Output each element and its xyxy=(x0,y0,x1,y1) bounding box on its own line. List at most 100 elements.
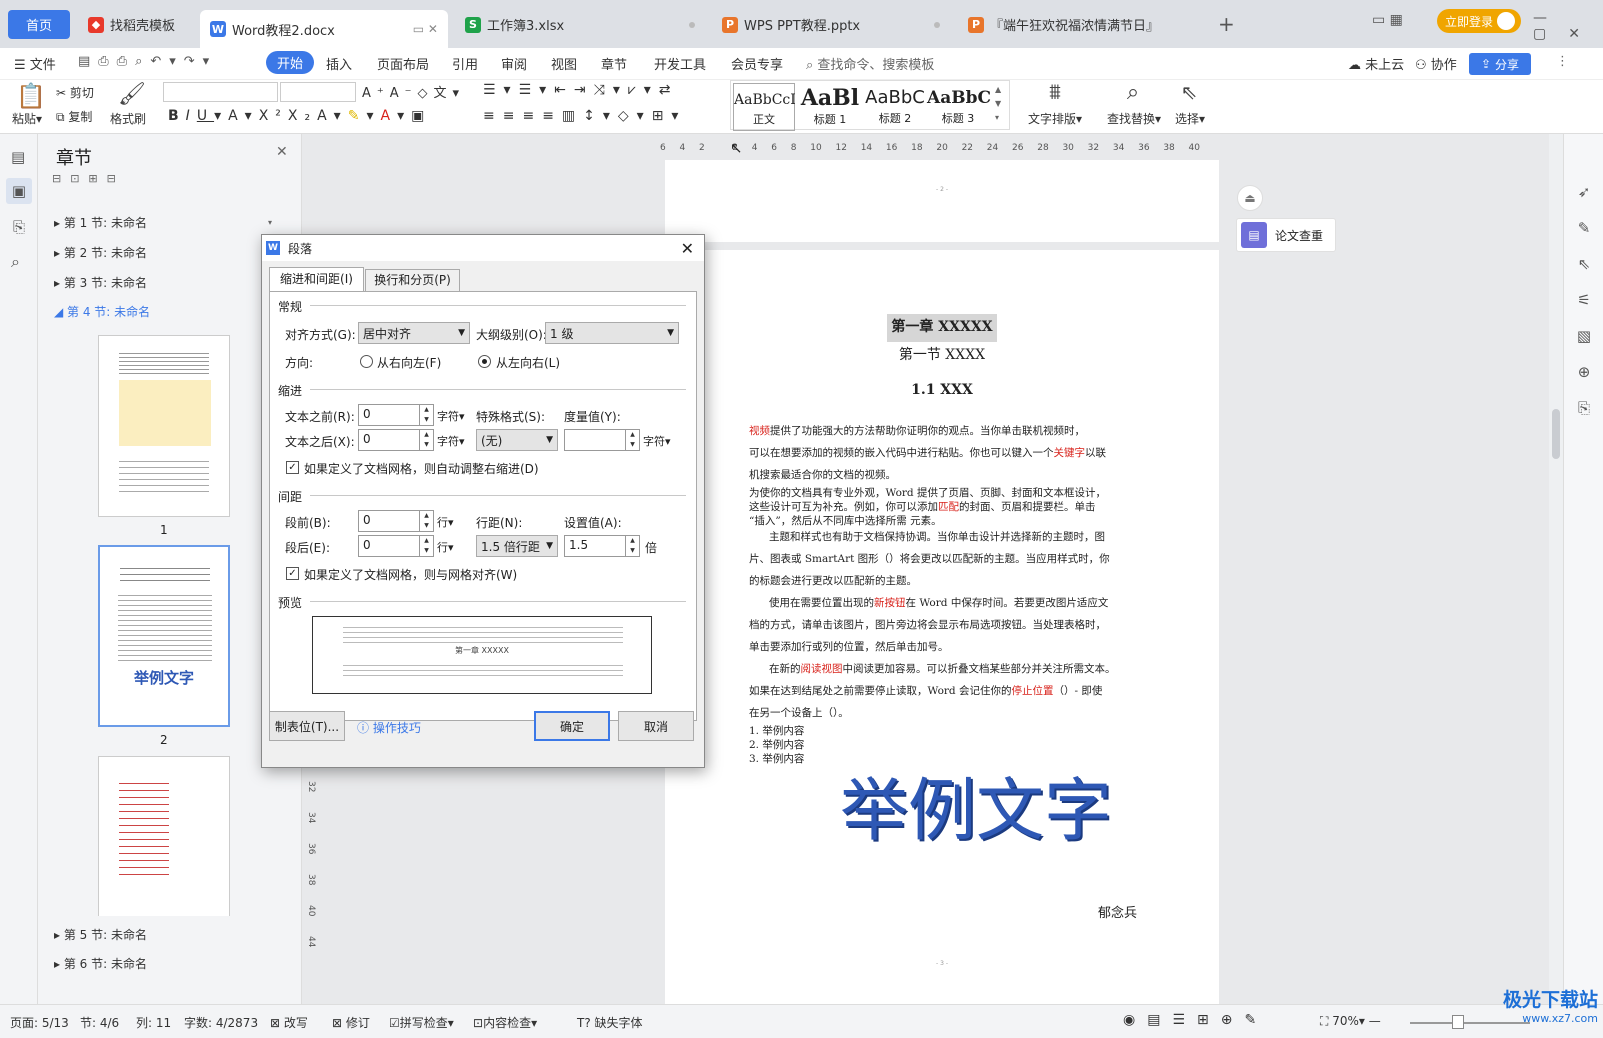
content-check[interactable]: ⊡内容检查▾ xyxy=(473,1014,537,1031)
cut-button[interactable]: ✂ 剪切 xyxy=(56,84,94,101)
style-normal[interactable]: AaBbCcI 正文 xyxy=(733,83,796,131)
chevron-down-icon[interactable]: ▾ xyxy=(268,218,272,227)
paragraph-line[interactable]: 这些设计可互为补充。例如，你可以添加匹配的封面、页眉和提要栏。单击 xyxy=(749,500,1096,514)
page-thumb-1[interactable] xyxy=(98,335,230,517)
tab-word-doc[interactable]: W Word教程2.docx ▭ ✕ xyxy=(200,10,448,48)
menu-reference[interactable]: 引用 xyxy=(452,54,478,73)
after-text-input[interactable]: 0 ▲ ▼ xyxy=(358,429,434,451)
menu-review[interactable]: 审阅 xyxy=(501,54,527,73)
unit-line[interactable]: 行▾ xyxy=(437,514,454,530)
font-tools[interactable]: A⁺A⁻◇文▾ xyxy=(362,82,465,101)
unit-line[interactable]: 行▾ xyxy=(437,539,454,555)
paragraph-line[interactable]: 主题和样式也有助于文档保持协调。当你单击设计并选择新的主题时，图 xyxy=(769,526,1105,548)
signature[interactable]: 郁念兵 xyxy=(1098,902,1137,921)
page-thumb-2[interactable]: 举例文字 xyxy=(98,545,230,727)
big-text[interactable]: 举例文字 xyxy=(840,755,1112,854)
paragraph-line[interactable]: 在新的阅读视图中阅读更加容易。可以折叠文档某些部分并关注所需文本。 xyxy=(769,658,1116,680)
word-count[interactable]: 字数: 4/2873 xyxy=(184,1014,258,1031)
style-heading1[interactable]: AaBl 标题 1 xyxy=(799,83,861,131)
paragraph-line[interactable]: 视频提供了功能强大的方法帮助你证明你的观点。当你单击联机视频时， xyxy=(749,420,1085,442)
menu-home[interactable]: 开始 xyxy=(266,51,315,74)
dialog-titlebar[interactable]: W 段落 ✕ xyxy=(262,235,704,261)
collab-button[interactable]: ⚇ 协作 xyxy=(1415,54,1457,73)
ltr-radio[interactable] xyxy=(478,355,491,368)
unit-char[interactable]: 字符▾ xyxy=(643,433,671,449)
linespace-select[interactable]: 1.5 倍行距 ▼ xyxy=(476,535,558,557)
close-icon[interactable]: ✕ xyxy=(276,144,288,160)
outline-select[interactable]: 1 级 ▼ xyxy=(545,322,679,344)
font-size-select[interactable] xyxy=(280,82,356,102)
gallery-scroll-icon[interactable]: ▲ ▼ ▾ xyxy=(995,83,1001,125)
rtl-radio[interactable] xyxy=(360,355,373,368)
section-item-active[interactable]: ◢ 第 4 节: 未命名 xyxy=(54,303,150,320)
paragraph-line[interactable]: 使用在需要位置出现的新按钮在 Word 中保存时间。若要更改图片适应文 xyxy=(769,592,1108,614)
grid-align-checkbox[interactable]: ✓ xyxy=(286,567,299,580)
zoom-level[interactable]: ⛶ 70%▾ — xyxy=(1320,1014,1381,1029)
align-tools[interactable]: ≡≡≡≡▥↕▾◇▾⊞▾ xyxy=(483,108,686,124)
spell-check[interactable]: ☑拼写检查▾ xyxy=(389,1014,454,1031)
find-icon[interactable]: ⌕ xyxy=(1124,80,1142,105)
text-layout-button[interactable]: 文字排版▾ xyxy=(1028,110,1082,127)
before-text-input[interactable]: 0 ▲ ▼ xyxy=(358,404,434,426)
paragraph-line[interactable]: 如果在达到结尾处之前需要停止读取，Word 会记住你的停止位置（）- 即使 xyxy=(749,680,1102,702)
menu-chapter[interactable]: 章节 xyxy=(601,54,627,73)
view-mode-icons[interactable]: ◉▤☰⊞⊕✎ xyxy=(1123,1012,1268,1028)
after-input[interactable]: 0 ▲ ▼ xyxy=(358,535,434,557)
cancel-button[interactable]: 取消 xyxy=(618,711,694,741)
auto-indent-checkbox[interactable]: ✓ xyxy=(286,461,299,474)
close-icon[interactable]: ✕ xyxy=(681,239,694,258)
missing-font[interactable]: T? 缺失字体 xyxy=(577,1014,643,1031)
setval-input[interactable]: 1.5 ▲ ▼ xyxy=(564,535,640,557)
unit-char[interactable]: 字符▾ xyxy=(437,433,465,449)
tab-home[interactable]: 首页 xyxy=(8,10,70,39)
section-item[interactable]: ▸ 第 6 节: 未命名 xyxy=(54,955,147,972)
ok-button[interactable]: 确定 xyxy=(534,711,610,741)
more-icon[interactable]: ⋮ xyxy=(1556,54,1569,69)
format-painter-icon[interactable]: 🖌 xyxy=(118,82,146,107)
search-icon[interactable]: ⌕ xyxy=(11,252,20,272)
zoom-slider-handle[interactable] xyxy=(1452,1015,1464,1029)
menu-developer[interactable]: 开发工具 xyxy=(654,54,706,73)
collapse-icon[interactable]: ⏏ xyxy=(1237,185,1263,211)
section-item[interactable]: ▸ 第 5 节: 未命名 xyxy=(54,926,147,943)
paragraph-line[interactable]: 为使你的文档具有专业外观，Word 提供了页眉、页脚、封面和文本框设计， xyxy=(749,486,1106,500)
heading[interactable]: 1.1 XXX xyxy=(665,382,1219,398)
tab-ppt2[interactable]: P 『端午狂欢祝福浓情满节日』 xyxy=(958,10,1208,39)
document-page[interactable]: 第一章 XXXXX 第一节 XXXX 1.1 XXX 视频提供了功能强大的方法帮… xyxy=(665,250,1219,1010)
paste-button[interactable]: 粘贴▾ xyxy=(12,110,42,127)
paragraph-line[interactable]: 机搜索最适合你的文档的视频。 xyxy=(749,464,896,486)
menu-layout[interactable]: 页面布局 xyxy=(377,54,429,73)
outline-icon[interactable]: ▤ xyxy=(11,148,25,166)
spinner-icon[interactable]: ▲ ▼ xyxy=(419,405,433,425)
tab-template[interactable]: ◆ 找稻壳模板 xyxy=(78,10,196,39)
font-name-select[interactable] xyxy=(163,82,278,102)
menu-view[interactable]: 视图 xyxy=(551,54,577,73)
tips-link[interactable]: ⓘ 操作技巧 xyxy=(357,719,421,736)
vertical-scrollbar[interactable] xyxy=(1549,134,1563,1004)
cursor-icon[interactable]: ⇖ xyxy=(1180,80,1198,104)
section-title[interactable]: 第一节 XXXX xyxy=(665,344,1219,364)
style-heading2[interactable]: AaBbC 标题 2 xyxy=(864,83,926,131)
new-tab-icon[interactable]: + xyxy=(1218,12,1235,36)
close-icon[interactable]: ▭ ✕ xyxy=(413,22,438,36)
tab-excel[interactable]: S 工作簿3.xlsx xyxy=(455,10,705,39)
spinner-icon[interactable]: ▲ ▼ xyxy=(419,511,433,531)
paragraph-line[interactable]: 档的方式，请单击该图片，图片旁边将会显示布局选项按钮。当处理表格时， xyxy=(749,614,1106,636)
right-tools[interactable]: ➶ ✎ ⇖ ⚟ ▧ ⊕ ⎘ xyxy=(1574,174,1594,426)
revise-toggle[interactable]: ⊠ 修订 xyxy=(332,1014,370,1031)
find-replace-button[interactable]: 查找替换▾ xyxy=(1107,110,1161,127)
format-painter-button[interactable]: 格式刷 xyxy=(110,110,146,127)
window-layout-icon[interactable]: ▭ ▦ xyxy=(1372,12,1403,28)
align-select[interactable]: 居中对齐 ▼ xyxy=(358,322,470,344)
page-thumb-3[interactable] xyxy=(98,756,230,916)
text-style-tools[interactable]: BIU▾A▾X²X₂A▾✎▾A▾▣ xyxy=(168,108,431,124)
scrollbar-thumb[interactable] xyxy=(1552,409,1560,459)
measure-input[interactable]: ▲ ▼ xyxy=(564,429,640,451)
spinner-icon[interactable]: ▲ ▼ xyxy=(625,536,639,556)
document-page-prev[interactable]: - 2 - xyxy=(665,160,1219,242)
paragraph-line[interactable]: 单击要添加行或列的位置，然后单击加号。 xyxy=(749,636,949,658)
menu-insert[interactable]: 插入 xyxy=(326,54,352,73)
page-status[interactable]: 页面: 5/13 xyxy=(10,1014,69,1031)
cloud-status[interactable]: ☁ 未上云 xyxy=(1348,54,1404,73)
bookmark-icon[interactable]: ⎘ xyxy=(13,218,25,236)
